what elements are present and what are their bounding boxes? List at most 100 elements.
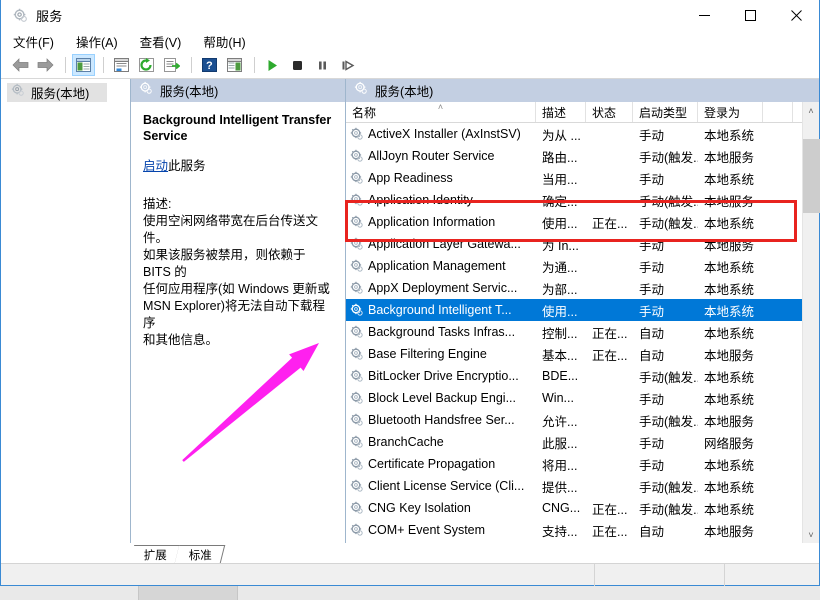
cell-log-on-as: 本地系统 bbox=[698, 367, 763, 386]
menu-help[interactable]: 帮助(H) bbox=[203, 30, 255, 53]
cell-status: 正在... bbox=[586, 499, 633, 518]
service-name-text: Client License Service (Cli... bbox=[368, 479, 524, 493]
taskbar-button[interactable] bbox=[138, 586, 238, 600]
table-row[interactable]: AppX Deployment Servic...为部...手动本地系统 bbox=[346, 277, 802, 299]
cell-startup-type: 自动 bbox=[633, 345, 698, 364]
cell-log-on-as: 本地服务 bbox=[698, 411, 763, 430]
sort-ascending-icon: ˄ bbox=[438, 102, 443, 112]
cell-description: 支持... bbox=[536, 521, 586, 540]
service-name-text: CNG Key Isolation bbox=[368, 501, 471, 515]
cell-startup-type: 自动 bbox=[633, 521, 698, 540]
toolbar-separator bbox=[254, 57, 255, 73]
tab-standard-label: 标准 bbox=[189, 547, 212, 563]
show-action-pane-icon[interactable] bbox=[223, 54, 246, 76]
cell-name: Background Tasks Infras... bbox=[346, 325, 536, 339]
scrollbar-thumb[interactable] bbox=[803, 139, 820, 212]
scroll-up-button[interactable]: ˄ bbox=[803, 102, 820, 119]
cell-description: Win... bbox=[536, 391, 586, 405]
table-row[interactable]: Bluetooth Handsfree Ser...允许...手动(触发...本… bbox=[346, 409, 802, 431]
cell-startup-type: 手动 bbox=[633, 235, 698, 254]
back-icon[interactable] bbox=[9, 54, 32, 76]
status-segment-two bbox=[594, 564, 724, 586]
table-row[interactable]: Base Filtering Engine基本...正在...自动本地服务 bbox=[346, 343, 802, 365]
table-row[interactable]: BranchCache此服...手动网络服务 bbox=[346, 431, 802, 453]
column-log-on-as-label: 登录为 bbox=[704, 104, 740, 121]
cell-description: 为通... bbox=[536, 257, 586, 276]
cell-description: CNG... bbox=[536, 501, 586, 515]
column-name[interactable]: 名称˄ bbox=[346, 102, 536, 122]
cell-startup-type: 手动(触发... bbox=[633, 499, 698, 518]
restart-service-icon[interactable] bbox=[336, 54, 359, 76]
table-row[interactable]: Block Level Backup Engi...Win...手动本地系统 bbox=[346, 387, 802, 409]
window-title: 服务 bbox=[36, 6, 63, 25]
service-details-pane: 服务(本地) Background Intelligent Transfer S… bbox=[131, 79, 346, 543]
column-spacer[interactable] bbox=[763, 102, 793, 122]
table-row[interactable]: Application Management为通...手动本地系统 bbox=[346, 255, 802, 277]
table-row[interactable]: CNG Key IsolationCNG...正在...手动(触发...本地系统 bbox=[346, 497, 802, 519]
column-log-on-as[interactable]: 登录为 bbox=[698, 102, 763, 122]
cell-startup-type: 手动 bbox=[633, 257, 698, 276]
tree-item-services-local[interactable]: 服务(本地) bbox=[7, 83, 107, 102]
cell-log-on-as: 本地系统 bbox=[698, 125, 763, 144]
start-service-icon[interactable] bbox=[261, 54, 284, 76]
help-icon[interactable]: ? bbox=[198, 54, 221, 76]
table-row[interactable]: COM+ Event System支持...正在...自动本地服务 bbox=[346, 519, 802, 541]
menu-file[interactable]: 文件(F) bbox=[13, 30, 64, 53]
column-status[interactable]: 状态 bbox=[586, 102, 633, 122]
service-name-text: App Readiness bbox=[368, 171, 453, 185]
table-row[interactable]: App Readiness当用...手动本地系统 bbox=[346, 167, 802, 189]
cell-description: 基本... bbox=[536, 345, 586, 364]
start-service-link[interactable]: 启动 bbox=[143, 159, 168, 173]
cell-startup-type: 手动 bbox=[633, 389, 698, 408]
table-row[interactable]: Application Information使用...正在...手动(触发..… bbox=[346, 211, 802, 233]
table-row[interactable]: BitLocker Drive Encryptio...BDE...手动(触发.… bbox=[346, 365, 802, 387]
cell-name: AppX Deployment Servic... bbox=[346, 281, 536, 295]
properties-icon[interactable] bbox=[110, 54, 133, 76]
cell-name: Client License Service (Cli... bbox=[346, 479, 536, 493]
table-row[interactable]: ActiveX Installer (AxInstSV)为从 ...手动本地系统 bbox=[346, 123, 802, 145]
tab-extended[interactable]: 扩展 bbox=[130, 545, 180, 563]
export-list-icon[interactable] bbox=[160, 54, 183, 76]
list-vertical-scrollbar[interactable]: ˄ ˅ bbox=[802, 102, 819, 543]
cell-name: Application Identity bbox=[346, 193, 536, 207]
pause-service-icon[interactable] bbox=[311, 54, 334, 76]
table-row[interactable]: Background Intelligent T...使用...手动本地系统 bbox=[346, 299, 802, 321]
table-row[interactable]: Background Tasks Infras...控制...正在...自动本地… bbox=[346, 321, 802, 343]
cell-name: Bluetooth Handsfree Ser... bbox=[346, 413, 536, 427]
forward-icon[interactable] bbox=[34, 54, 57, 76]
show-hide-tree-icon[interactable] bbox=[72, 54, 95, 76]
cell-description: BDE... bbox=[536, 369, 586, 383]
toolbar-separator bbox=[103, 57, 104, 73]
table-row[interactable]: Application Identity确定...手动(触发...本地服务 bbox=[346, 189, 802, 211]
minimize-button[interactable] bbox=[681, 0, 727, 30]
cell-startup-type: 手动 bbox=[633, 455, 698, 474]
maximize-button[interactable] bbox=[727, 0, 773, 30]
window-controls bbox=[681, 0, 819, 30]
list-pane-header: 服务(本地) bbox=[346, 79, 819, 102]
console-tree-pane: 服务(本地) bbox=[1, 79, 131, 543]
menu-action[interactable]: 操作(A) bbox=[76, 30, 128, 53]
stop-service-icon[interactable] bbox=[286, 54, 309, 76]
cell-startup-type: 手动(触发... bbox=[633, 213, 698, 232]
services-table: ActiveX Installer (AxInstSV)为从 ...手动本地系统… bbox=[346, 123, 802, 543]
table-row[interactable]: Certificate Propagation将用...手动本地系统 bbox=[346, 453, 802, 475]
close-button[interactable] bbox=[773, 0, 819, 30]
service-action-line: 启动此服务 bbox=[143, 158, 335, 174]
refresh-icon[interactable] bbox=[135, 54, 158, 76]
menu-view[interactable]: 查看(V) bbox=[140, 30, 192, 53]
table-row[interactable]: Client License Service (Cli...提供...手动(触发… bbox=[346, 475, 802, 497]
cell-startup-type: 手动 bbox=[633, 125, 698, 144]
cell-name: Base Filtering Engine bbox=[346, 347, 536, 361]
column-startup-type[interactable]: 启动类型 bbox=[633, 102, 698, 122]
cell-name: COM+ Event System bbox=[346, 523, 536, 537]
column-description[interactable]: 描述 bbox=[536, 102, 586, 122]
table-row[interactable]: AllJoyn Router Service路由...手动(触发...本地服务 bbox=[346, 145, 802, 167]
cell-log-on-as: 本地系统 bbox=[698, 169, 763, 188]
tab-standard[interactable]: 标准 bbox=[175, 545, 225, 563]
cell-status: 正在... bbox=[586, 323, 633, 342]
service-name-text: Background Intelligent T... bbox=[368, 303, 512, 317]
scroll-down-button[interactable]: ˅ bbox=[803, 526, 820, 543]
service-name-text: Application Identity bbox=[368, 193, 473, 207]
table-row[interactable]: Application Layer Gatewa...为 In...手动本地服务 bbox=[346, 233, 802, 255]
scrollbar-track[interactable] bbox=[803, 119, 820, 526]
